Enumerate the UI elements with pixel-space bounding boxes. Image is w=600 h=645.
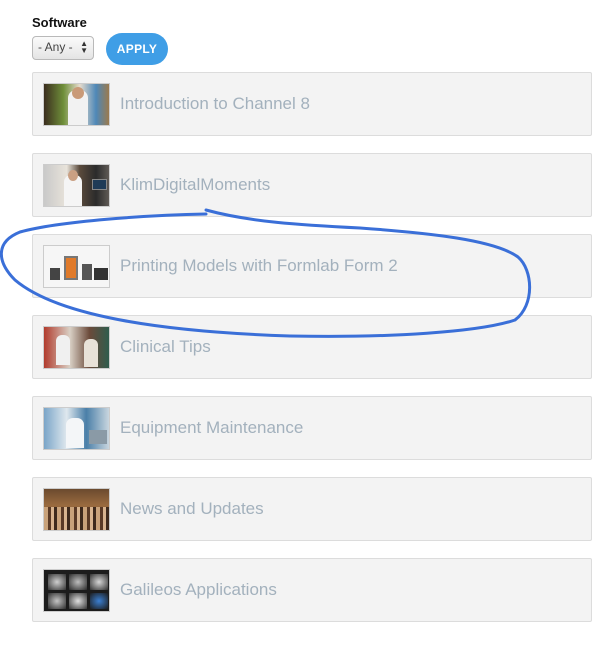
- video-item[interactable]: News and Updates: [32, 477, 592, 541]
- video-item[interactable]: Clinical Tips: [32, 315, 592, 379]
- video-title[interactable]: Printing Models with Formlab Form 2: [120, 256, 398, 276]
- video-thumbnail[interactable]: [43, 164, 110, 207]
- video-item[interactable]: Introduction to Channel 8: [32, 72, 592, 136]
- video-thumbnail[interactable]: [43, 83, 110, 126]
- apply-button[interactable]: APPLY: [106, 33, 168, 65]
- software-select-value: - Any -: [38, 40, 73, 54]
- video-thumbnail[interactable]: [43, 488, 110, 531]
- video-title[interactable]: KlimDigitalMoments: [120, 175, 270, 195]
- video-thumbnail[interactable]: [43, 326, 110, 369]
- video-title[interactable]: Equipment Maintenance: [120, 418, 303, 438]
- video-thumbnail[interactable]: [43, 245, 110, 288]
- video-thumbnail[interactable]: [43, 569, 110, 612]
- software-select[interactable]: - Any - ▲ ▼: [32, 36, 94, 60]
- video-item[interactable]: Equipment Maintenance: [32, 396, 592, 460]
- select-arrows-icon: ▲ ▼: [80, 39, 88, 55]
- video-title[interactable]: News and Updates: [120, 499, 264, 519]
- video-item[interactable]: Galileos Applications: [32, 558, 592, 622]
- video-title[interactable]: Introduction to Channel 8: [120, 94, 310, 114]
- software-filter-label: Software: [32, 15, 87, 30]
- video-title[interactable]: Galileos Applications: [120, 580, 277, 600]
- video-title[interactable]: Clinical Tips: [120, 337, 211, 357]
- video-item[interactable]: Printing Models with Formlab Form 2: [32, 234, 592, 298]
- page: Software - Any - ▲ ▼ APPLY Introduction t…: [0, 0, 600, 645]
- video-item[interactable]: KlimDigitalMoments: [32, 153, 592, 217]
- video-thumbnail[interactable]: [43, 407, 110, 450]
- video-list: Introduction to Channel 8 KlimDigitalMom…: [32, 72, 592, 639]
